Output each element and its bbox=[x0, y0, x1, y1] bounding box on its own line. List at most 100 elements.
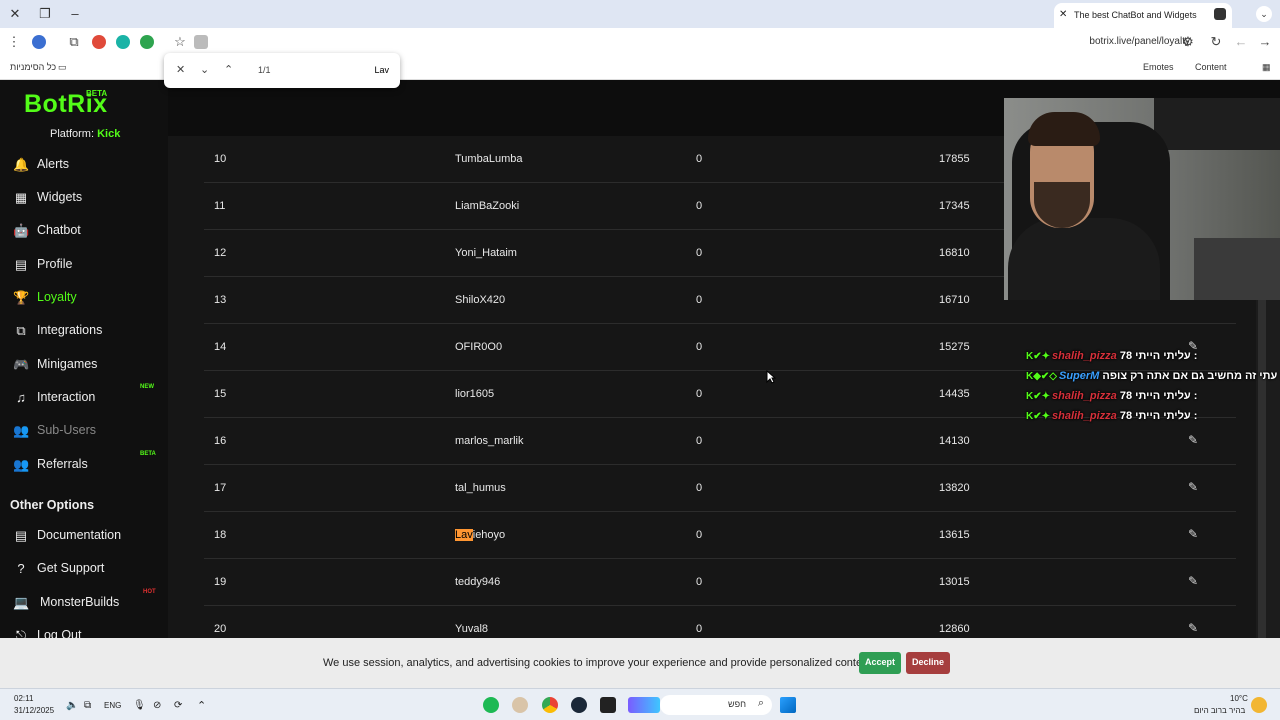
terminal-icon[interactable] bbox=[600, 697, 616, 713]
weather-desc[interactable]: בהיר ברוב היום bbox=[1194, 706, 1245, 715]
reload-icon[interactable]: ↻ bbox=[1208, 34, 1224, 50]
next-match-icon[interactable]: ⌄ bbox=[200, 63, 209, 76]
sidebar-item-chatbot[interactable]: 🤖 Chatbot bbox=[0, 216, 168, 246]
all-bookmarks-link[interactable]: כל הסימניות bbox=[10, 62, 56, 72]
chat-username: shalih_pizza bbox=[1051, 410, 1117, 422]
id-card-icon: ▤ bbox=[14, 257, 28, 272]
app-avatar-icon[interactable] bbox=[512, 697, 528, 713]
sidebar-item-interaction[interactable]: ♫ Interaction NEW bbox=[0, 383, 168, 413]
sidebar-item-sub-users[interactable]: 👥 Sub-Users bbox=[0, 416, 168, 446]
tray-expand-icon[interactable]: ⌃ bbox=[197, 699, 206, 712]
points-cell: 13615 bbox=[939, 529, 970, 541]
sidebar-item-label: Interaction bbox=[37, 390, 96, 404]
sidebar-item-minigames[interactable]: 🎮 Minigames bbox=[0, 350, 168, 380]
notifications-off-icon[interactable]: ⊘ bbox=[153, 700, 161, 711]
username-cell: Yoni_Hataim bbox=[455, 247, 517, 259]
chat-badges-icon: K✔✦ bbox=[1026, 391, 1050, 402]
users-icon: 👥 bbox=[13, 457, 30, 472]
username-cell: tal_humus bbox=[455, 482, 506, 494]
find-input[interactable]: Lav bbox=[374, 65, 389, 75]
username-cell: ShiloX420 bbox=[455, 294, 506, 306]
restore-window-icon[interactable]: ❐ bbox=[36, 6, 54, 22]
clock-date[interactable]: 31/12/2025 bbox=[14, 706, 54, 715]
address-bar-url[interactable]: botrix.live/panel/loyalty bbox=[1089, 36, 1190, 47]
minimize-window-icon[interactable]: – bbox=[66, 6, 84, 21]
steam-icon[interactable] bbox=[571, 697, 587, 713]
value-cell: 0 bbox=[696, 341, 703, 353]
previous-match-icon[interactable]: ⌃ bbox=[224, 63, 233, 76]
sync-icon[interactable]: ⟳ bbox=[174, 700, 182, 711]
game-app-icon[interactable] bbox=[628, 697, 660, 713]
edit-pencil-icon[interactable]: ✎ bbox=[1188, 574, 1198, 588]
back-arrow-icon[interactable]: → bbox=[1257, 34, 1273, 49]
edit-pencil-icon[interactable]: ✎ bbox=[1188, 527, 1198, 541]
bookmark-content[interactable]: Content bbox=[1195, 62, 1227, 72]
value-cell: 0 bbox=[696, 529, 703, 541]
network-icon[interactable]: ⧉ bbox=[84, 700, 91, 711]
sidebar-item-widgets[interactable]: ▦ Widgets bbox=[0, 183, 168, 213]
chat-text: עליתי הייתי 78 : bbox=[1119, 390, 1198, 402]
sidebar-item-monsterbuilds[interactable]: 💻 MonsterBuilds HOT bbox=[0, 588, 168, 618]
weather-sun-icon[interactable] bbox=[1251, 697, 1267, 713]
decline-cookies-button[interactable]: Decline bbox=[906, 652, 951, 674]
sidebar-item-get-support[interactable]: ? Get Support bbox=[0, 554, 168, 584]
edit-pencil-icon[interactable]: ✎ bbox=[1188, 433, 1198, 447]
rank-cell: 20 bbox=[214, 623, 227, 635]
tab-search-icon[interactable]: ⌄ bbox=[1256, 6, 1272, 22]
accept-cookies-button[interactable]: Accept bbox=[859, 652, 902, 674]
platform-indicator: Platform: Kick bbox=[50, 128, 120, 140]
value-cell: 0 bbox=[696, 435, 703, 447]
sidebar-item-alerts[interactable]: 🔔 Alerts bbox=[0, 150, 168, 180]
rank-cell: 16 bbox=[214, 435, 227, 447]
profile-extension-icon[interactable] bbox=[32, 35, 46, 49]
points-cell: 14130 bbox=[939, 435, 970, 447]
grid-icon: ▦ bbox=[14, 190, 28, 205]
bookmark-star-icon[interactable]: ☆ bbox=[172, 34, 188, 50]
menu-dots-icon[interactable]: ⋮ bbox=[6, 34, 22, 50]
trophy-icon: 🏆 bbox=[13, 290, 30, 305]
forward-arrow-icon[interactable]: ← bbox=[1233, 34, 1249, 49]
windows-start-icon[interactable] bbox=[780, 697, 796, 713]
sidebar-item-integrations[interactable]: ⧉ Integrations bbox=[0, 316, 168, 346]
sidebar-item-profile[interactable]: ▤ Profile bbox=[0, 250, 168, 280]
speaker-icon[interactable]: 🔈 bbox=[66, 700, 78, 711]
weather-temp[interactable]: 10°C bbox=[1230, 694, 1248, 703]
cookie-banner: We use session, analytics, and advertisi… bbox=[0, 638, 1280, 688]
browser-toolbar: ⋮ ⧉ ☆ botrix.live/panel/loyalty ⚙ ↻ ← → bbox=[0, 28, 1280, 56]
language-indicator[interactable]: ENG bbox=[104, 701, 121, 710]
sidebar-item-label: Referrals bbox=[37, 457, 88, 471]
browser-tab-botrix[interactable]: ✕ The best ChatBot and Widgets bbox=[1054, 3, 1232, 28]
points-cell: 13015 bbox=[939, 576, 970, 588]
close-find-icon[interactable]: ✕ bbox=[176, 63, 185, 76]
rank-cell: 10 bbox=[214, 153, 227, 165]
edit-pencil-icon[interactable]: ✎ bbox=[1188, 621, 1198, 635]
sidebar-item-referrals[interactable]: 👥 Referrals BETA bbox=[0, 450, 168, 480]
extension-teal-icon[interactable] bbox=[116, 35, 130, 49]
sidebar-item-loyalty[interactable]: 🏆 Loyalty bbox=[0, 283, 168, 313]
extension-green-icon[interactable] bbox=[140, 35, 154, 49]
chrome-icon[interactable] bbox=[542, 697, 558, 713]
rank-cell: 14 bbox=[214, 341, 227, 353]
close-tab-icon[interactable]: ✕ bbox=[1059, 9, 1067, 20]
site-settings-icon[interactable]: ⚙ bbox=[1180, 34, 1196, 50]
puzzle-icon: ⧉ bbox=[16, 323, 26, 338]
extensions-puzzle-icon[interactable]: ⧉ bbox=[66, 34, 82, 50]
rank-cell: 11 bbox=[214, 200, 226, 212]
page-action-icon[interactable] bbox=[194, 35, 208, 49]
sidebar-item-documentation[interactable]: ▤ Documentation bbox=[0, 521, 168, 551]
taskbar-search[interactable]: חפש ⌕ bbox=[660, 695, 772, 715]
spotify-icon[interactable] bbox=[483, 697, 499, 713]
value-cell: 0 bbox=[696, 388, 703, 400]
extension-red-icon[interactable] bbox=[92, 35, 106, 49]
points-cell: 17345 bbox=[939, 200, 970, 212]
apps-grid-icon[interactable]: ▦ bbox=[1262, 62, 1271, 73]
bookmark-emotes[interactable]: Emotes bbox=[1143, 62, 1174, 72]
microphone-icon[interactable]: 🎙 bbox=[133, 700, 146, 711]
close-window-icon[interactable]: ✕ bbox=[6, 6, 24, 22]
table-row: 14 OFIR0O0 0 15275 ✎ bbox=[204, 324, 1236, 371]
edit-pencil-icon[interactable]: ✎ bbox=[1188, 480, 1198, 494]
clock-time[interactable]: 02:11 bbox=[14, 694, 33, 703]
search-icon: ⌕ bbox=[757, 697, 764, 709]
webcam-overlay bbox=[1004, 98, 1280, 300]
username-cell: LiamBaZooki bbox=[455, 200, 520, 212]
